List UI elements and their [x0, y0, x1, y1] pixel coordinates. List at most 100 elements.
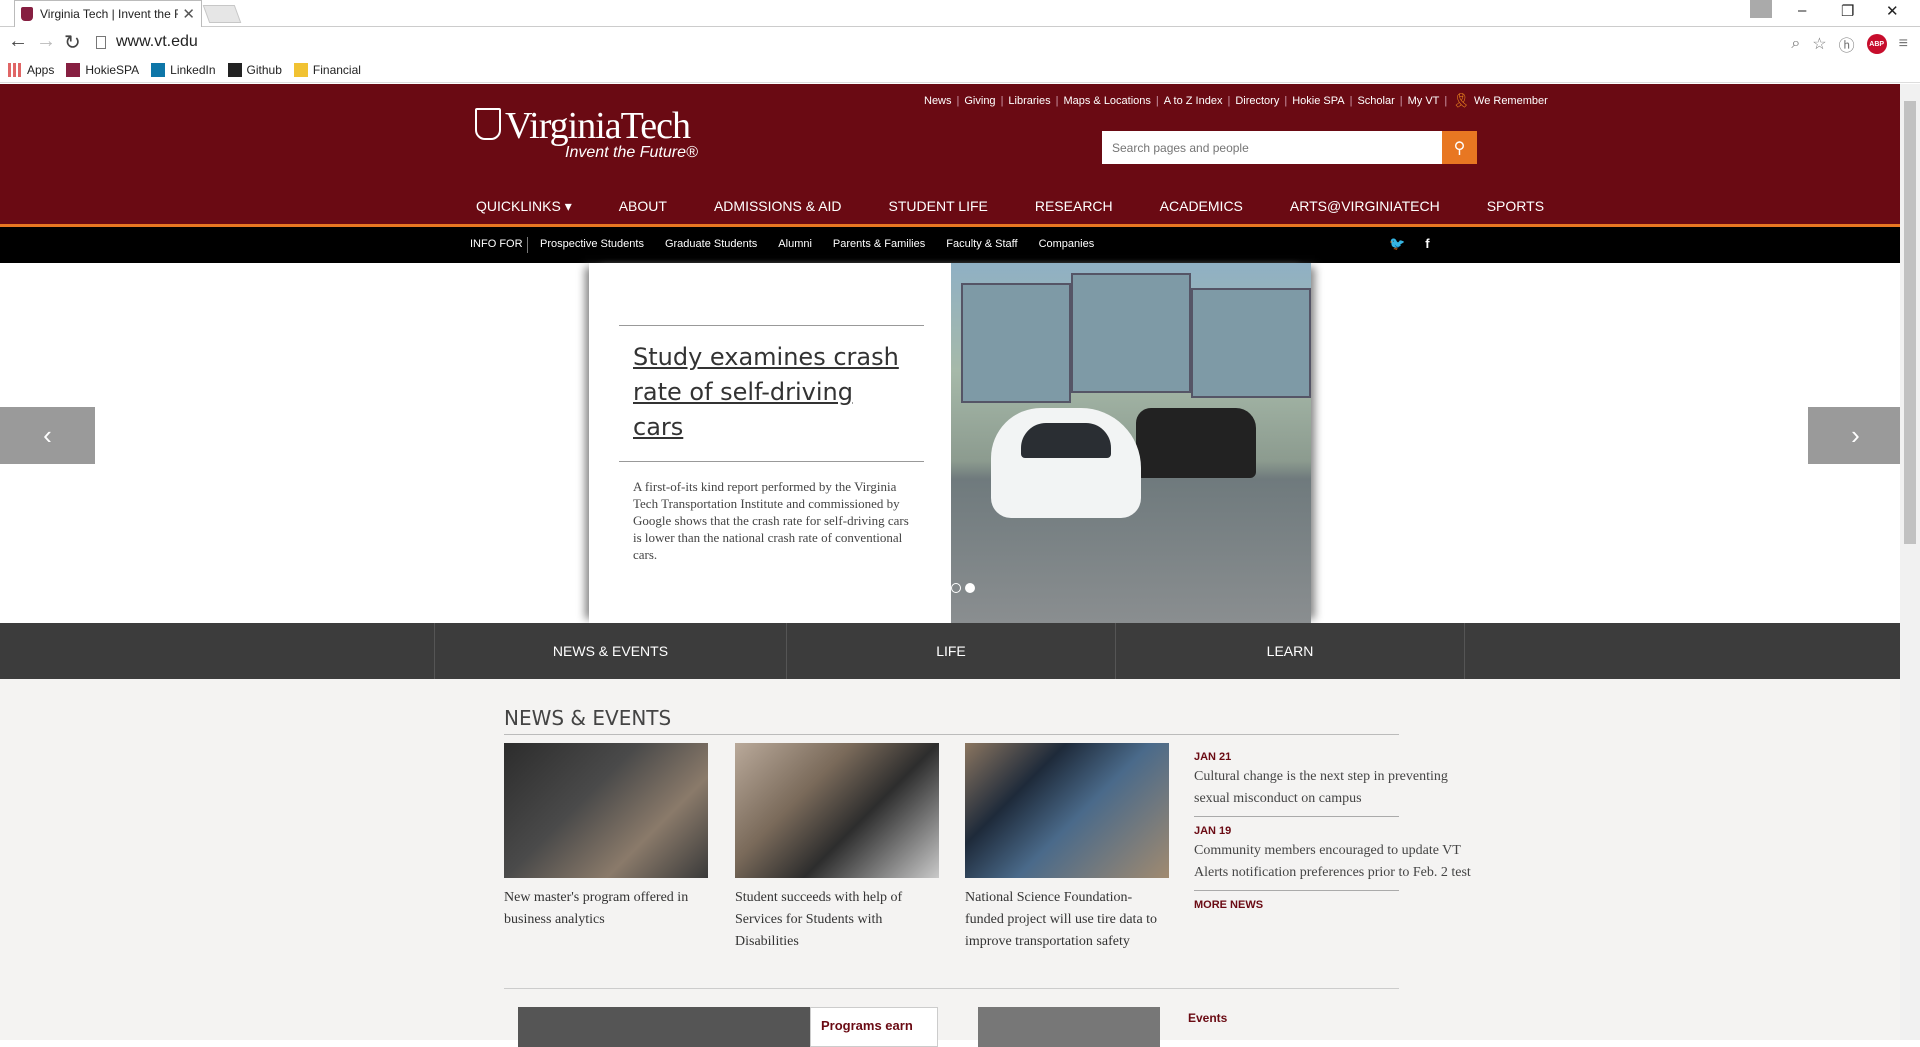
news-story[interactable]: Student succeeds with help of Services f… [735, 743, 939, 953]
story-caption[interactable]: New master's program offered in business… [504, 887, 708, 931]
tab-learn[interactable]: LEARN [1115, 623, 1465, 679]
menu-icon[interactable]: ≡ [1899, 35, 1908, 53]
carousel-slide: Study examines crash rate of self-drivin… [589, 263, 1311, 623]
scrollbar-thumb[interactable] [1904, 101, 1916, 544]
nav-research[interactable]: RESEARCH [1035, 198, 1113, 215]
util-link-hokiespa[interactable]: Hokie SPA [1292, 95, 1344, 107]
close-tab-icon[interactable]: ✕ [182, 5, 195, 23]
nav-arts[interactable]: ARTS@VIRGINIATECH [1290, 198, 1440, 215]
house-shape [1071, 273, 1191, 393]
carousel-dot-active[interactable] [965, 583, 975, 593]
story-caption[interactable]: National Science Foundation-funded proje… [965, 887, 1169, 953]
site-search: ⚲ [1102, 131, 1477, 164]
nav-academics[interactable]: ACADEMICS [1160, 198, 1243, 215]
vt-favicon-icon [21, 7, 33, 21]
browser-toolbar: ← → ↻ www.vt.edu ⌕ ☆ ⓗ ABP ≡ [0, 28, 1920, 56]
search-icon[interactable]: ⌕ [1791, 35, 1800, 53]
nav-admissions[interactable]: ADMISSIONS & AID [714, 198, 842, 215]
bookmark-label: LinkedIn [170, 62, 216, 77]
page-scrollbar[interactable] [1900, 84, 1920, 1040]
feature-headline[interactable]: Programs earn [810, 1007, 938, 1047]
info-link-faculty[interactable]: Faculty & Staff [946, 238, 1017, 250]
info-link-parents[interactable]: Parents & Families [833, 238, 925, 250]
search-button[interactable]: ⚲ [1442, 131, 1477, 164]
info-link-companies[interactable]: Companies [1039, 238, 1095, 250]
util-link-maps[interactable]: Maps & Locations [1063, 95, 1150, 107]
divider [504, 988, 1399, 989]
slide-summary: A first-of-its kind report performed by … [633, 479, 909, 562]
carousel-prev-button[interactable]: ‹ [0, 407, 95, 464]
browser-tab[interactable]: Virginia Tech | Invent the F ✕ [14, 0, 202, 27]
story-image[interactable] [965, 743, 1169, 878]
address-bar[interactable]: www.vt.edu [96, 30, 1816, 54]
house-shape [961, 283, 1071, 403]
news-story[interactable]: National Science Foundation-funded proje… [965, 743, 1169, 953]
nav-student-life[interactable]: STUDENT LIFE [889, 198, 988, 215]
star-icon[interactable]: ☆ [1812, 34, 1826, 54]
url-text[interactable]: www.vt.edu [116, 33, 198, 51]
search-input[interactable] [1102, 131, 1442, 164]
reload-icon[interactable]: ↻ [64, 30, 81, 55]
nav-sports[interactable]: SPORTS [1487, 198, 1544, 215]
close-window-icon[interactable]: ✕ [1886, 2, 1899, 20]
forward-icon[interactable]: → [36, 30, 56, 53]
page-icon [96, 35, 106, 49]
browser-tab-strip: Virginia Tech | Invent the F ✕ – ❐ ✕ [0, 0, 1920, 27]
util-link-directory[interactable]: Directory [1235, 95, 1279, 107]
bookmarks-bar: Apps HokieSPA LinkedIn Github Financial [0, 57, 1920, 83]
events-heading: Events [1188, 1011, 1228, 1025]
bookmark-label: Github [246, 62, 282, 77]
nav-about[interactable]: ABOUT [619, 198, 667, 215]
facebook-icon[interactable]: f [1425, 236, 1429, 252]
util-link-news[interactable]: News [924, 95, 952, 107]
hero-carousel: ‹ Study examines crash rate of self-driv… [0, 263, 1903, 623]
news-story[interactable]: New master's program offered in business… [504, 743, 708, 931]
util-link-scholar[interactable]: Scholar [1357, 95, 1394, 107]
minimize-icon[interactable]: – [1798, 2, 1806, 19]
car-shape [991, 408, 1141, 518]
bookmark-financial[interactable]: Financial [293, 62, 361, 77]
news-headline[interactable]: Cultural change is the next step in prev… [1194, 766, 1479, 810]
linkedin-icon [151, 62, 166, 77]
chevron-right-icon: › [1851, 420, 1860, 450]
carousel-dot[interactable] [951, 583, 961, 593]
info-for-label: INFO FOR [470, 238, 523, 250]
tab-life[interactable]: LIFE [786, 623, 1115, 679]
new-tab-button[interactable] [202, 5, 242, 23]
bookmark-github[interactable]: Github [227, 62, 282, 77]
feature-image[interactable] [978, 1007, 1160, 1047]
story-image[interactable] [504, 743, 708, 878]
info-link-alumni[interactable]: Alumni [778, 238, 812, 250]
util-link-az[interactable]: A to Z Index [1164, 95, 1223, 107]
divider [504, 734, 1399, 735]
vt-logo[interactable]: VirginiaTech Invent the Future® [475, 104, 698, 161]
info-link-graduate[interactable]: Graduate Students [665, 238, 757, 250]
restore-icon[interactable]: ❐ [1841, 2, 1854, 20]
info-for-bar: INFO FOR Prospective Students Graduate S… [0, 227, 1900, 263]
section-tabs: NEWS & EVENTS LIFE LEARN [0, 623, 1900, 679]
extension-h-icon[interactable]: ⓗ [1839, 32, 1855, 56]
profile-icon[interactable] [1750, 0, 1772, 18]
util-link-libraries[interactable]: Libraries [1008, 95, 1050, 107]
story-image[interactable] [735, 743, 939, 878]
bookmark-apps[interactable]: Apps [8, 62, 54, 77]
back-icon[interactable]: ← [8, 30, 28, 53]
slide-headline[interactable]: Study examines crash rate of self-drivin… [619, 326, 924, 461]
story-caption[interactable]: Student succeeds with help of Services f… [735, 887, 939, 953]
info-link-prospective[interactable]: Prospective Students [540, 238, 644, 250]
util-link-myvt[interactable]: My VT [1408, 95, 1440, 107]
util-link-giving[interactable]: Giving [964, 95, 995, 107]
bookmark-hokiespa[interactable]: HokieSPA [66, 62, 139, 77]
tab-title: Virginia Tech | Invent the F [40, 7, 179, 21]
nav-quicklinks[interactable]: QUICKLINKS ▾ [476, 198, 572, 215]
tab-news-events[interactable]: NEWS & EVENTS [434, 623, 786, 679]
we-remember-link[interactable]: We Remember [1474, 95, 1548, 107]
carousel-next-button[interactable]: › [1808, 407, 1903, 464]
bookmark-linkedin[interactable]: LinkedIn [151, 62, 216, 77]
main-nav: QUICKLINKS ▾ ABOUT ADMISSIONS & AID STUD… [476, 198, 1591, 215]
more-news-link[interactable]: MORE NEWS [1194, 899, 1479, 911]
adblock-icon[interactable]: ABP [1866, 34, 1887, 54]
twitter-icon[interactable]: 🐦 [1389, 236, 1405, 252]
news-headline[interactable]: Community members encouraged to update V… [1194, 840, 1479, 884]
site-header: News | Giving | Libraries | Maps & Location… [0, 84, 1900, 225]
